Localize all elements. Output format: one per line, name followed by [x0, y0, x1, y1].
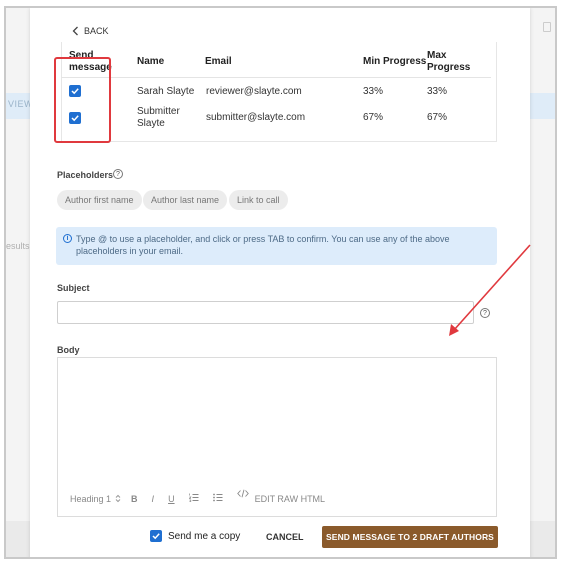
- help-icon[interactable]: ?: [480, 308, 490, 318]
- heading-select[interactable]: Heading 1: [70, 494, 121, 504]
- row-1-min-progress: 33%: [363, 86, 384, 97]
- background-side-text: esults: [6, 241, 30, 251]
- row-1-max-progress: 33%: [427, 86, 448, 97]
- chevron-left-icon: [72, 26, 78, 36]
- row-1-name: Sarah Slayte: [137, 86, 195, 97]
- header-max-progress: Max Progress: [427, 50, 471, 73]
- header-min-progress: Min Progress: [363, 56, 427, 67]
- body-editor[interactable]: Heading 1 B I U EDIT RAW HTML: [57, 357, 497, 517]
- info-icon: i: [63, 234, 72, 243]
- ordered-list-icon: [188, 493, 199, 502]
- annotation-highlight-box: [54, 57, 111, 143]
- bullet-list-icon: [212, 493, 223, 502]
- send-copy-label: Send me a copy: [168, 530, 241, 542]
- body-label: Body: [57, 345, 80, 355]
- row-2-name: Submitter Slayte: [137, 106, 180, 129]
- bullet-list-button[interactable]: [212, 493, 223, 504]
- placeholder-chip-author-last-name[interactable]: Author last name: [143, 190, 228, 210]
- row-2-email: submitter@slayte.com: [206, 112, 306, 123]
- check-icon: [152, 533, 160, 540]
- italic-button[interactable]: I: [152, 494, 155, 504]
- heading-select-label: Heading 1: [70, 493, 112, 504]
- header-name: Name: [137, 56, 165, 67]
- background-corner-icon: [543, 22, 551, 32]
- placeholder-chip-author-first-name[interactable]: Author first name: [57, 190, 142, 210]
- subject-label: Subject: [57, 283, 90, 293]
- table-header-divider: [61, 77, 491, 78]
- header-email: Email: [205, 56, 232, 67]
- cancel-button[interactable]: CANCEL: [266, 532, 304, 542]
- subject-input[interactable]: [57, 301, 474, 324]
- send-copy-check[interactable]: [150, 530, 162, 542]
- placeholder-info-banner: i Type @ to use a placeholder, and click…: [56, 227, 497, 265]
- ordered-list-button[interactable]: [188, 493, 199, 504]
- row-1-email: reviewer@slayte.com: [206, 86, 302, 97]
- placeholder-chip-link-to-call[interactable]: Link to call: [229, 190, 288, 210]
- code-icon[interactable]: [236, 489, 249, 500]
- updown-chevron-icon: [115, 494, 121, 503]
- bold-button[interactable]: B: [131, 494, 138, 504]
- help-icon[interactable]: ?: [113, 169, 123, 179]
- back-button[interactable]: BACK: [72, 26, 109, 36]
- info-text: Type @ to use a placeholder, and click o…: [76, 234, 450, 256]
- underline-button[interactable]: U: [168, 494, 175, 504]
- row-2-min-progress: 67%: [363, 112, 384, 123]
- placeholders-label: Placeholders: [57, 170, 114, 180]
- send-me-a-copy-checkbox[interactable]: Send me a copy: [150, 530, 240, 542]
- back-label: BACK: [84, 26, 109, 36]
- edit-raw-html-button[interactable]: EDIT RAW HTML: [255, 494, 326, 504]
- row-2-max-progress: 67%: [427, 112, 448, 123]
- editor-toolbar: Heading 1 B I U EDIT RAW HTML: [70, 489, 339, 504]
- send-message-button[interactable]: SEND MESSAGE TO 2 DRAFT AUTHORS: [322, 526, 498, 548]
